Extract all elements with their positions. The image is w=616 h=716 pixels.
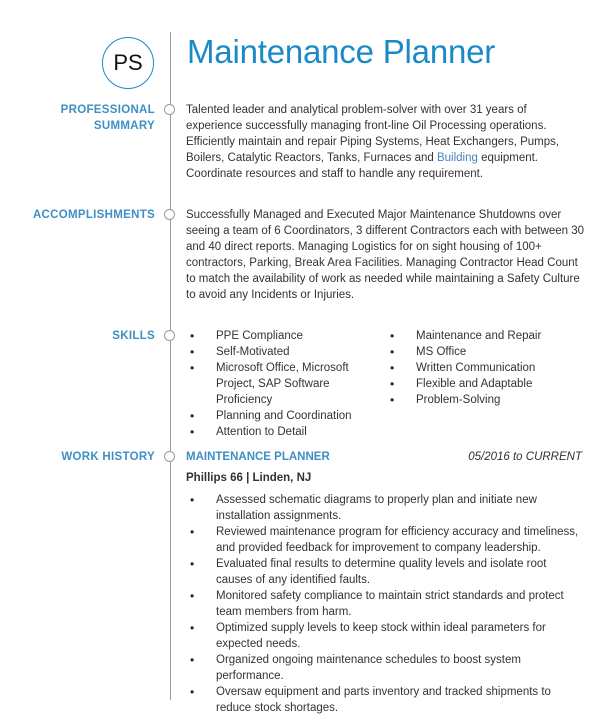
job-entry: MAINTENANCE PLANNER 05/2016 to CURRENT P…: [186, 449, 586, 716]
skill-item: Attention to Detail: [186, 424, 386, 440]
building-link[interactable]: Building: [437, 152, 478, 164]
section-label: PROFESSIONAL SUMMARY: [61, 102, 155, 134]
job-duty: Assessed schematic diagrams to properly …: [186, 492, 586, 524]
section-label: WORK HISTORY: [61, 451, 155, 463]
job-duty: Optimized supply levels to keep stock wi…: [186, 620, 586, 652]
timeline-line: [170, 32, 171, 700]
section-label: SKILLS: [112, 330, 155, 342]
skill-item: MS Office: [386, 344, 541, 360]
skill-item: PPE Compliance: [186, 328, 386, 344]
skill-item: Flexible and Adaptable: [386, 376, 541, 392]
job-company: Phillips 66 | Linden, NJ: [186, 472, 312, 484]
summary-text: Talented leader and analytical problem-s…: [186, 102, 586, 182]
label-line: SUMMARY: [93, 120, 155, 132]
label-line: PROFESSIONAL: [60, 104, 155, 116]
job-duty: Monitored safety compliance to maintain …: [186, 588, 586, 620]
job-duty: Oversaw equipment and parts inventory an…: [186, 684, 586, 716]
skill-item: Problem-Solving: [386, 392, 541, 408]
timeline-marker-icon: [164, 451, 175, 462]
skill-item: Microsoft Office, Microsoft Project, SAP…: [186, 360, 386, 408]
skills-column-1: PPE Compliance Self-Motivated Microsoft …: [186, 328, 386, 440]
skills-list: PPE Compliance Self-Motivated Microsoft …: [186, 328, 586, 440]
timeline-marker-icon: [164, 104, 175, 115]
skill-item: Written Communication: [386, 360, 541, 376]
skills-column-2: Maintenance and Repair MS Office Written…: [386, 328, 541, 440]
job-duty: Organized ongoing maintenance schedules …: [186, 652, 586, 684]
initials-badge: PS: [102, 37, 154, 89]
initials: PS: [113, 50, 143, 75]
accomplishments-text: Successfully Managed and Executed Major …: [186, 207, 586, 303]
job-duties: Assessed schematic diagrams to properly …: [186, 492, 586, 716]
job-duty: Evaluated final results to determine qua…: [186, 556, 586, 588]
skill-item: Self-Motivated: [186, 344, 386, 360]
job-dates: 05/2016 to CURRENT: [468, 451, 582, 463]
timeline-marker-icon: [164, 209, 175, 220]
accomplishments-paragraph: Successfully Managed and Executed Major …: [186, 209, 585, 301]
skill-item: Maintenance and Repair: [386, 328, 541, 344]
resume-title: Maintenance Planner: [187, 33, 496, 70]
timeline-marker-icon: [164, 330, 175, 341]
section-label: ACCOMPLISHMENTS: [32, 209, 155, 221]
job-duty: Reviewed maintenance program for efficie…: [186, 524, 586, 556]
skill-item: Planning and Coordination: [186, 408, 386, 424]
